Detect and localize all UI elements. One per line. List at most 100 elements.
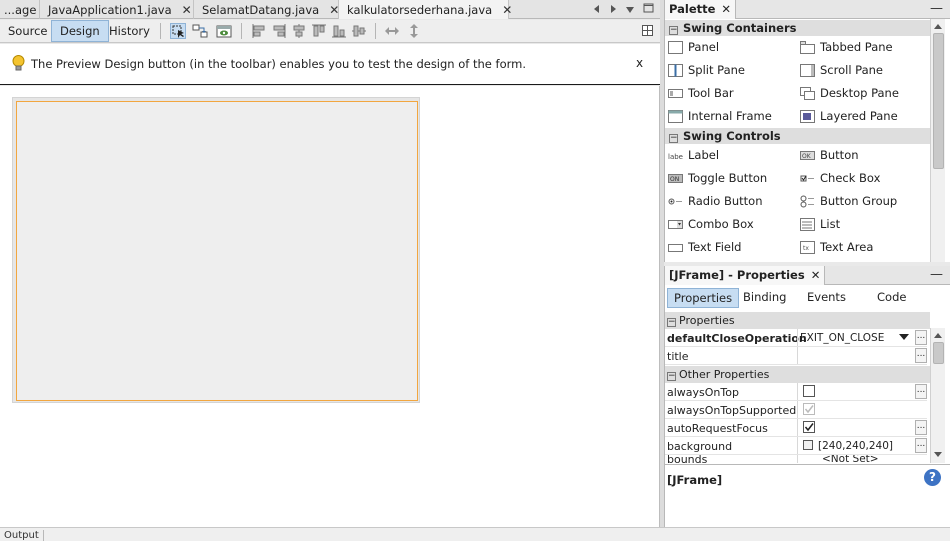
close-icon[interactable]: ✕ — [329, 3, 339, 17]
properties-scrollbar[interactable] — [930, 328, 945, 463]
scroll-thumb[interactable] — [933, 33, 944, 169]
property-description-area: [JFrame] ? — [665, 464, 950, 527]
property-editor-button[interactable]: ... — [915, 330, 927, 345]
close-icon[interactable]: ✕ — [811, 268, 821, 282]
minimize-icon[interactable]: — — [930, 268, 943, 281]
palette-item-layered-pane[interactable]: Layered Pane — [800, 106, 898, 126]
editor-tab-javaapplication1[interactable]: JavaApplication1.java ✕ — [40, 0, 194, 19]
palette-item-label[interactable]: label Label — [668, 145, 719, 165]
tab-binding[interactable]: Binding — [737, 288, 792, 308]
palette-item-tabbed-pane[interactable]: Tabbed Pane — [800, 37, 893, 57]
collapse-icon[interactable]: − — [669, 26, 678, 35]
properties-tab[interactable]: [JFrame] - Properties ✕ — [665, 266, 826, 285]
jframe-form[interactable] — [12, 97, 420, 403]
tab-properties[interactable]: Properties — [667, 288, 740, 308]
property-row-partial[interactable]: bounds <Not Set> — [665, 455, 927, 463]
align-right-icon[interactable] — [271, 23, 287, 39]
property-value-input[interactable] — [797, 347, 915, 364]
palette-item-panel[interactable]: Panel — [668, 37, 719, 57]
property-editor-button[interactable]: ... — [915, 438, 927, 453]
property-editor-button[interactable]: ... — [915, 384, 927, 399]
help-icon[interactable]: ? — [924, 469, 941, 486]
property-checkbox[interactable] — [803, 385, 815, 397]
collapse-icon[interactable]: − — [667, 318, 676, 327]
palette-item-check-box[interactable]: Check Box — [800, 168, 880, 188]
close-icon[interactable]: ✕ — [721, 2, 731, 16]
editor-tab-selamatdatang[interactable]: SelamatDatang.java ✕ — [194, 0, 339, 19]
property-group-properties[interactable]: − Properties — [665, 312, 930, 329]
palette-item-combo-box[interactable]: Combo Box — [668, 214, 754, 234]
palette-tab[interactable]: Palette ✕ — [665, 0, 737, 19]
property-row[interactable]: background [240,240,240] ... — [665, 437, 927, 455]
align-bottom-icon[interactable] — [331, 23, 347, 39]
close-icon[interactable]: ✕ — [182, 3, 192, 17]
align-left-icon[interactable] — [251, 23, 267, 39]
property-checkbox[interactable] — [803, 421, 815, 433]
close-icon[interactable]: ✕ — [502, 3, 512, 17]
tab-code[interactable]: Code — [871, 288, 912, 308]
property-row[interactable]: defaultCloseOperation EXIT_ON_CLOSE ... — [665, 329, 927, 347]
jframe-content-pane[interactable] — [16, 101, 418, 401]
palette-item-radio-button[interactable]: Radio Button — [668, 191, 763, 211]
connection-mode-icon[interactable] — [192, 23, 208, 39]
palette-item-internal-frame[interactable]: Internal Frame — [668, 106, 772, 126]
source-view-button[interactable]: Source — [0, 20, 56, 42]
output-tab[interactable]: Output — [0, 530, 44, 541]
property-editor-button[interactable]: ... — [915, 348, 927, 363]
palette-item-split-pane[interactable]: Split Pane — [668, 60, 745, 80]
editor-tab-truncated[interactable]: ...age — [0, 0, 40, 19]
palette-category-swing-controls[interactable]: − Swing Controls — [665, 128, 930, 144]
palette-item-toggle-button[interactable]: ON Toggle Button — [668, 168, 767, 188]
selection-mode-icon[interactable] — [170, 23, 186, 39]
scroll-right-icon[interactable] — [608, 4, 618, 14]
center-vertically-icon[interactable] — [351, 23, 367, 39]
info-bar: The Preview Design button (in the toolba… — [0, 44, 660, 85]
collapse-icon[interactable]: − — [669, 134, 678, 143]
palette-item-button[interactable]: OK Button — [800, 145, 859, 165]
center-horizontally-icon[interactable] — [291, 23, 307, 39]
property-value-combo[interactable]: EXIT_ON_CLOSE — [797, 329, 915, 346]
palette-item-text-area[interactable]: tx Text Area — [800, 237, 873, 257]
palette-item-label: Tool Bar — [688, 86, 734, 100]
property-row[interactable]: autoRequestFocus ... — [665, 419, 927, 437]
scroll-down-icon[interactable] — [933, 451, 943, 459]
property-row[interactable]: alwaysOnTop ... — [665, 383, 927, 401]
chevron-down-icon[interactable] — [625, 5, 635, 15]
palette-item-button-group[interactable]: Button Group — [800, 191, 897, 211]
chevron-down-icon[interactable] — [899, 334, 909, 341]
resize-vertical-icon[interactable] — [406, 23, 422, 39]
scroll-up-icon[interactable] — [933, 331, 943, 339]
palette-item-text-field[interactable]: Text Field — [668, 237, 741, 257]
scroll-thumb[interactable] — [933, 342, 944, 364]
property-value-input[interactable]: <Not Set> — [797, 455, 915, 463]
info-close-button[interactable]: x — [636, 56, 643, 70]
scroll-left-icon[interactable] — [592, 4, 602, 14]
design-canvas[interactable] — [0, 86, 660, 527]
property-value-color[interactable]: [240,240,240] — [797, 437, 915, 454]
align-top-icon[interactable] — [311, 23, 327, 39]
palette-title: Palette — [669, 2, 716, 16]
minimize-icon[interactable]: — — [930, 2, 943, 15]
history-view-button[interactable]: History — [101, 20, 158, 42]
editor-tab-kalkulatorsederhana[interactable]: kalkulatorsederhana.java ✕ — [339, 0, 512, 19]
preview-design-icon[interactable] — [216, 23, 232, 39]
resize-horizontal-icon[interactable] — [384, 23, 400, 39]
palette-category-swing-containers[interactable]: − Swing Containers — [665, 20, 930, 36]
property-row[interactable]: title ... — [665, 347, 927, 365]
property-checkbox-disabled — [803, 403, 815, 415]
palette-item-desktop-pane[interactable]: Desktop Pane — [800, 83, 899, 103]
info-message: The Preview Design button (in the toolba… — [31, 57, 526, 71]
collapse-icon[interactable]: − — [667, 372, 676, 381]
category-label: Swing Controls — [683, 129, 781, 143]
property-group-other[interactable]: − Other Properties — [665, 366, 930, 383]
grid-layout-icon[interactable] — [642, 25, 653, 36]
property-editor-button[interactable]: ... — [915, 420, 927, 435]
tab-events[interactable]: Events — [801, 288, 852, 308]
palette-item-tool-bar[interactable]: Tool Bar — [668, 83, 734, 103]
property-row[interactable]: alwaysOnTopSupported — [665, 401, 927, 419]
palette-item-scroll-pane[interactable]: Scroll Pane — [800, 60, 883, 80]
scroll-up-icon[interactable] — [933, 22, 943, 30]
palette-item-list[interactable]: List — [800, 214, 840, 234]
maximize-icon[interactable] — [643, 3, 654, 14]
palette-scrollbar[interactable] — [930, 19, 945, 262]
